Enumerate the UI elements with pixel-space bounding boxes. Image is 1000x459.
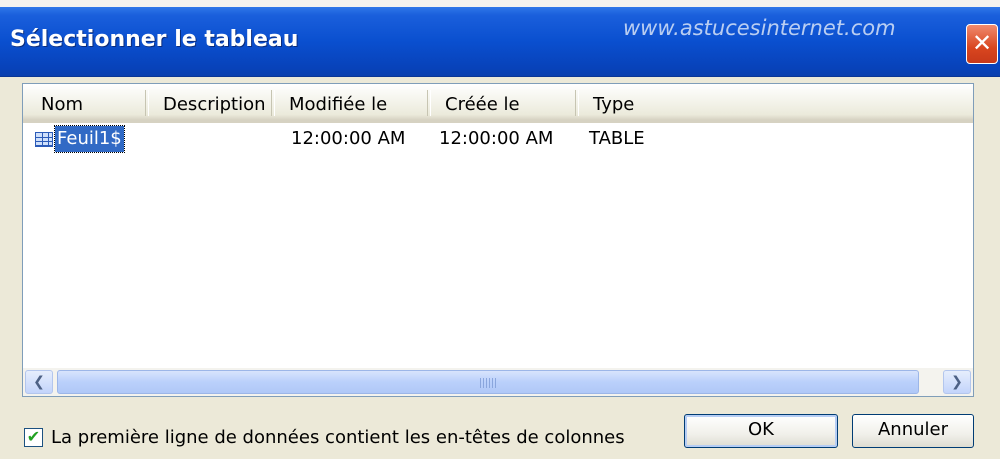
arrow-right-icon: ❯ — [951, 374, 963, 390]
dialog-window: Sélectionner le tableau www.astucesinter… — [0, 0, 1000, 459]
column-header-description[interactable]: Description — [145, 84, 271, 120]
horizontal-scrollbar[interactable]: ❮ ❯ — [23, 368, 973, 396]
scrollbar-grip — [480, 378, 496, 388]
header-row-checkbox[interactable]: ✔ — [24, 428, 43, 447]
row-modified-cell: 12:00:00 AM — [291, 128, 406, 149]
list-header: Nom Description Modifiée le Créée le Typ… — [23, 84, 973, 123]
cancel-button[interactable]: Annuler — [852, 414, 974, 448]
scrollbar-thumb[interactable] — [57, 370, 919, 394]
window-title: Sélectionner le tableau — [10, 27, 299, 52]
header-row-checkbox-label[interactable]: La première ligne de données contient le… — [51, 426, 625, 450]
row-name-cell[interactable]: Feuil1$ — [54, 125, 125, 153]
ok-button[interactable]: OK — [684, 414, 838, 448]
close-icon: ✕ — [971, 29, 993, 57]
row-created-cell: 12:00:00 AM — [439, 128, 554, 149]
column-header-type[interactable]: Type — [575, 84, 775, 120]
arrow-left-icon: ❮ — [33, 374, 45, 390]
row-type-cell: TABLE — [589, 128, 645, 149]
table-icon — [35, 132, 53, 147]
scroll-left-button[interactable]: ❮ — [25, 370, 53, 394]
checkmark-icon: ✔ — [26, 427, 41, 446]
scroll-right-button[interactable]: ❯ — [943, 370, 971, 394]
table-list-view[interactable]: Nom Description Modifiée le Créée le Typ… — [22, 83, 974, 397]
table-row[interactable]: Feuil1$ 12:00:00 AM 12:00:00 AM TABLE — [23, 124, 973, 154]
column-header-modified[interactable]: Modifiée le — [271, 84, 427, 120]
title-bar[interactable]: Sélectionner le tableau www.astucesinter… — [0, 0, 1000, 77]
watermark-text: www.astucesinternet.com — [623, 16, 896, 40]
title-bar-top-strip — [0, 0, 1000, 7]
column-header-created[interactable]: Créée le — [427, 84, 575, 120]
close-button[interactable]: ✕ — [966, 24, 998, 64]
column-header-name[interactable]: Nom — [23, 84, 145, 120]
